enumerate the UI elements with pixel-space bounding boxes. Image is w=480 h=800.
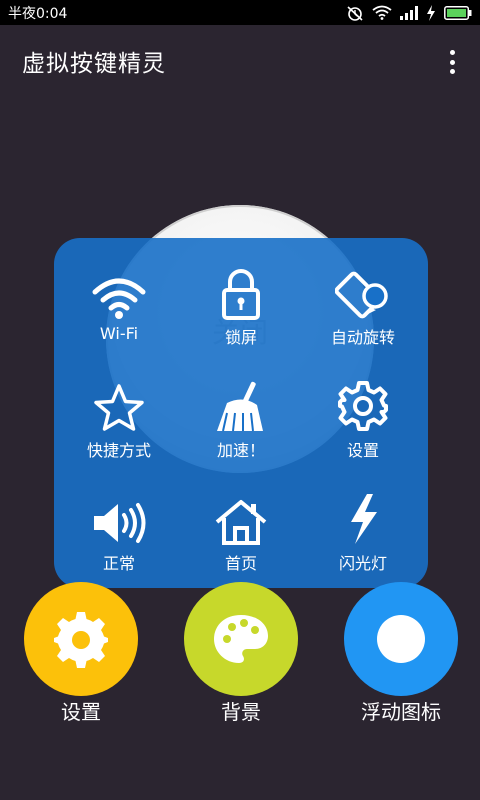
panel-item-label: 首页 <box>224 554 257 573</box>
app-bar: 虚拟按键精灵 <box>0 25 480 97</box>
panel-item-label: 锁屏 <box>224 328 257 347</box>
signal-icon <box>400 5 418 20</box>
panel-item-label: 闪光灯 <box>338 554 387 573</box>
palette-icon <box>214 615 268 663</box>
panel-item-boost[interactable]: 加速！ <box>179 351 303 461</box>
status-icons <box>346 4 472 21</box>
alarm-off-icon <box>347 5 363 21</box>
settings-disc[interactable] <box>24 582 138 696</box>
status-time: 半夜0:04 <box>8 5 68 22</box>
panel-item-rotate[interactable]: 自动旋转 <box>301 238 425 348</box>
gear-icon <box>54 612 108 668</box>
panel-item-lock[interactable]: 锁屏 <box>179 238 303 348</box>
floating-icon-disc[interactable] <box>344 582 458 696</box>
panel-item-wifi[interactable]: Wi-Fi <box>57 238 181 348</box>
status-bar: 半夜0:04 <box>0 0 480 25</box>
gear-icon <box>338 381 388 431</box>
rotate-icon <box>335 271 388 319</box>
home-icon <box>215 500 267 545</box>
panel-item-label: 设置 <box>346 441 379 460</box>
lock-icon <box>222 269 260 320</box>
bottom-settings-label: 设置 <box>61 700 101 724</box>
bottom-floating-icon-button[interactable] <box>344 582 458 696</box>
background-disc[interactable] <box>184 582 298 696</box>
bottom-background-button[interactable] <box>184 582 298 696</box>
app-title: 虚拟按键精灵 <box>22 51 166 77</box>
bottom-floating-icon-label: 浮动图标 <box>361 700 441 724</box>
star-icon <box>94 384 144 431</box>
panel-item-label: Wi-Fi <box>99 324 139 343</box>
panel-item-label: 快捷方式 <box>86 441 151 460</box>
panel-item-home[interactable]: 首页 <box>179 464 303 574</box>
panel-item-volume[interactable]: 正常 <box>57 464 181 574</box>
quick-panel: Wi-Fi 锁屏 自动旋转 快捷方式 加速！ 设置 正常 首页 闪光灯 <box>54 238 428 588</box>
overflow-menu-icon[interactable] <box>444 47 460 77</box>
flash-icon <box>351 494 377 544</box>
panel-item-label: 加速！ <box>216 441 265 460</box>
wifi-icon <box>92 278 146 319</box>
broom-icon <box>217 381 263 432</box>
circle-icon <box>377 615 425 663</box>
bottom-background-label: 背景 <box>221 700 261 724</box>
charging-icon <box>427 4 435 21</box>
volume-icon <box>94 503 146 543</box>
panel-item-label: 正常 <box>102 554 135 573</box>
panel-item-settings[interactable]: 设置 <box>301 351 425 461</box>
battery-icon <box>444 5 472 20</box>
panel-item-label: 自动旋转 <box>330 328 395 347</box>
panel-item-shortcut[interactable]: 快捷方式 <box>57 351 181 461</box>
panel-item-flashlight[interactable]: 闪光灯 <box>301 464 425 574</box>
wifi-icon <box>372 5 392 20</box>
bottom-settings-button[interactable] <box>24 582 138 696</box>
